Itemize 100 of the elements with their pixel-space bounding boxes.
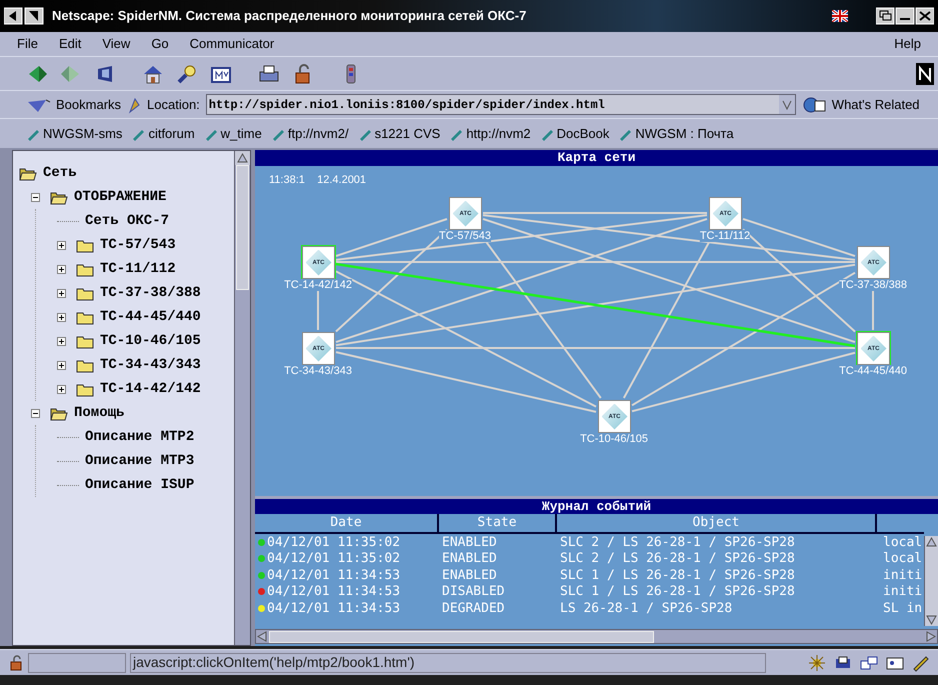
table-cell-text: LS 26-28-1 / SP26-SP28 (559, 600, 734, 618)
browser-logo-icon[interactable] (916, 62, 934, 84)
bookmark-link[interactable]: s1221 CVS (358, 124, 440, 144)
horizontal-scrollbar[interactable] (255, 629, 938, 644)
scroll-thumb[interactable] (236, 165, 249, 290)
location-icon[interactable] (127, 96, 142, 114)
table-cell-text: ENABLED (441, 566, 498, 584)
tree-item[interactable]: Описание MTP3 (85, 450, 194, 472)
bookmarks-button[interactable]: Bookmarks (26, 94, 122, 114)
menu-item[interactable]: View (99, 34, 134, 54)
lock-icon[interactable] (8, 654, 24, 670)
tree-item[interactable]: ОТОБРАЖЕНИЕ (74, 186, 166, 208)
node-label: ТС-44-45/440 (839, 365, 907, 377)
node-label: ТС-11/112 (700, 230, 750, 242)
bookmark-link[interactable]: NWGSM : Почта (618, 124, 734, 144)
node-label: ТС-57/543 (439, 230, 491, 242)
table-cell-text: DEGRADED (441, 600, 506, 618)
tree-item[interactable]: Помощь (74, 402, 124, 424)
timestamp-label: 11:38:1 12.4.2001 (269, 173, 366, 188)
scroll-thumb[interactable] (269, 630, 654, 642)
tree-item[interactable]: ТС-37-38/388 (100, 282, 201, 304)
open-folder-icon[interactable] (50, 190, 68, 204)
bookmark-link[interactable]: http://nvm2 (449, 124, 531, 144)
globe-icon (802, 96, 828, 114)
window-menu-icon[interactable] (4, 7, 44, 25)
scroll-up-icon[interactable] (925, 536, 938, 548)
folder-icon[interactable] (76, 334, 94, 348)
status-text: javascript:clickOnItem('help/mtp2/book1.htm') (133, 653, 415, 672)
folder-icon[interactable] (76, 286, 94, 300)
folder-icon[interactable] (76, 382, 94, 396)
bookmark-link[interactable]: citforum (131, 124, 195, 144)
expander-icon[interactable] (57, 312, 66, 322)
url-field[interactable]: http://spider.nio1.loniis:8100/spider/spider/index.html (206, 94, 796, 115)
tree-item[interactable]: Сеть (43, 162, 77, 184)
location-label: Location: (147, 96, 200, 114)
menu-item[interactable]: Communicator (186, 34, 278, 54)
folder-icon[interactable] (76, 310, 94, 324)
tree-item[interactable]: ТС-44-45/440 (100, 306, 201, 328)
table-cell-text: SLC 1 / LS 26-28-1 / SP26-SP28 (559, 566, 796, 584)
tree-item[interactable]: ТС-10-46/105 (100, 330, 201, 352)
table-cell-text: SLC 1 / LS 26-28-1 / SP26-SP28 (559, 583, 796, 601)
bookmark-link[interactable]: NWGSM-sms (26, 124, 122, 144)
bookmark-link[interactable]: ftp://nvm2/ (270, 124, 349, 144)
panel-header: Журнал событий (255, 499, 938, 514)
navigator-icon[interactable] (808, 654, 826, 672)
folder-icon[interactable] (76, 238, 94, 252)
table-cell-text: DISABLED (441, 583, 506, 601)
scroll-down-icon[interactable] (925, 614, 938, 626)
table-cell-text: SLC 2 / LS 26-28-1 / SP26-SP28 (559, 550, 796, 568)
composer-icon[interactable] (912, 654, 930, 672)
print-icon[interactable] (258, 62, 280, 84)
chat-icon[interactable] (860, 654, 878, 672)
tree-item[interactable]: ТС-57/543 (100, 234, 176, 256)
table-cell-text: initi (882, 566, 922, 584)
scroll-up-icon[interactable] (235, 151, 250, 165)
folder-icon[interactable] (76, 262, 94, 276)
menu-item[interactable]: File (14, 34, 41, 54)
panel-header: Карта сети (255, 150, 938, 166)
tree-item[interactable]: Описание ISUP (85, 474, 194, 496)
expander-icon[interactable] (57, 240, 66, 250)
table-cell-text: 04/12/01 11:35:02 (267, 534, 400, 552)
open-folder-icon[interactable] (50, 406, 68, 420)
scroll-left-icon[interactable] (256, 630, 269, 643)
window-controls-icon[interactable] (876, 7, 934, 25)
expander-icon[interactable] (31, 192, 40, 202)
vertical-scrollbar[interactable] (234, 151, 250, 645)
menu-item[interactable]: Go (148, 34, 172, 54)
expander-icon[interactable] (57, 264, 66, 274)
table-cell-text: local (882, 550, 922, 568)
expander-icon[interactable] (57, 360, 66, 370)
table-cell-text: ENABLED (441, 550, 498, 568)
tree-item[interactable]: ТС-14-42/142 (100, 378, 201, 400)
bookmark-link[interactable]: DocBook (540, 124, 610, 144)
menu-item[interactable]: Help (891, 34, 924, 54)
tree-item[interactable]: ТС-11/112 (100, 258, 176, 280)
menu-item[interactable]: Edit (56, 34, 84, 54)
open-folder-icon[interactable] (19, 166, 37, 180)
expander-icon[interactable] (57, 336, 66, 346)
table-cell-text: initi (882, 583, 922, 601)
node-label: ТС-10-46/105 (580, 433, 648, 445)
expander-icon[interactable] (31, 408, 40, 418)
node-label: ТС-37-38/388 (839, 279, 907, 291)
node-label: ТС-14-42/142 (284, 279, 352, 291)
scroll-right-icon[interactable] (924, 630, 937, 643)
tree-item[interactable]: Сеть ОКС-7 (85, 210, 170, 232)
tree-item[interactable]: Описание MTP2 (85, 426, 194, 448)
folder-icon[interactable] (76, 358, 94, 372)
table-cell-text: 04/12/01 11:34:53 (267, 583, 400, 601)
flag-icon[interactable] (832, 10, 848, 22)
expander-icon[interactable] (57, 384, 66, 394)
table-cell-text: ENABLED (441, 534, 498, 552)
bookmark-link[interactable]: w_time (204, 124, 262, 144)
search-icon[interactable] (176, 62, 198, 84)
dropdown-caret-icon[interactable] (778, 95, 795, 114)
expander-icon[interactable] (57, 288, 66, 298)
whats-related-button[interactable]: What's Related (802, 94, 920, 114)
tree-item[interactable]: ТС-34-43/343 (100, 354, 201, 376)
window-title: Netscape: SpiderNM. Система распределенного мониторинга сетей ОКС-7 (52, 7, 526, 26)
table-cell-text: 04/12/01 11:34:53 (267, 600, 400, 618)
vertical-scrollbar[interactable] (924, 536, 938, 626)
